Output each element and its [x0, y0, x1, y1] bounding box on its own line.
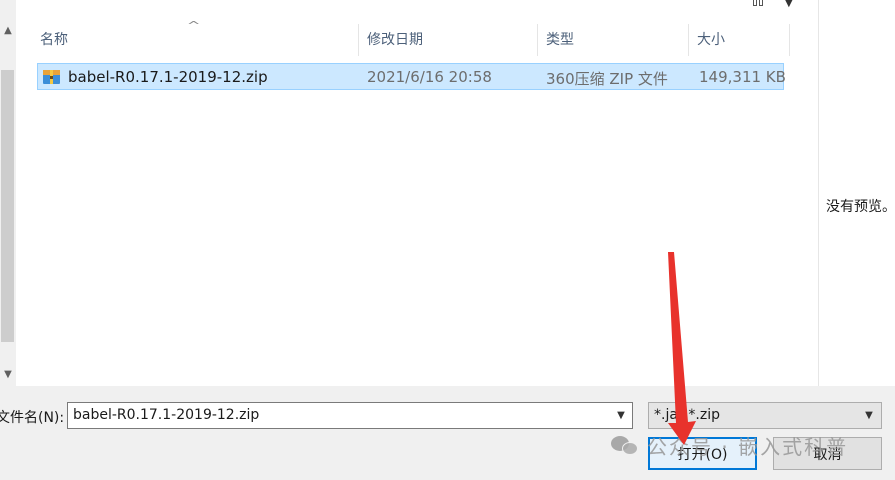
view-options-icon[interactable]: [753, 0, 775, 10]
file-name: babel-R0.17.1-2019-12.zip: [68, 68, 268, 86]
scrollbar-thumb[interactable]: [1, 70, 14, 342]
preview-pane: 没有预览。: [818, 0, 895, 386]
wechat-icon: [611, 434, 639, 456]
scroll-up-arrow-icon[interactable]: ▲: [0, 22, 16, 38]
file-row[interactable]: babel-R0.17.1-2019-12.zip 2021/6/16 20:5…: [37, 63, 786, 90]
column-header-row: 名称 修改日期 类型 大小: [20, 24, 790, 56]
column-header-date[interactable]: 修改日期: [359, 24, 538, 56]
chevron-down-icon[interactable]: ▼: [785, 0, 793, 9]
column-header-type[interactable]: 类型: [538, 24, 689, 56]
scroll-down-arrow-icon[interactable]: ▼: [0, 366, 16, 382]
file-size: 149,311 KB: [699, 68, 786, 86]
filename-input[interactable]: babel-R0.17.1-2019-12.zip ▼: [67, 402, 633, 429]
watermark-text: 公众号 · 嵌入式科普: [647, 434, 849, 459]
filename-value[interactable]: babel-R0.17.1-2019-12.zip: [73, 407, 259, 423]
chevron-down-icon[interactable]: ▼: [859, 403, 879, 428]
chevron-down-icon[interactable]: ▼: [610, 403, 632, 428]
zip-archive-icon: [43, 70, 60, 84]
preview-empty-text: 没有预览。: [826, 199, 895, 215]
file-date: 2021/6/16 20:58: [367, 68, 492, 86]
column-header-name[interactable]: 名称: [20, 24, 359, 56]
column-header-size[interactable]: 大小: [689, 24, 790, 56]
vertical-scrollbar[interactable]: ▲ ▼: [0, 0, 16, 386]
file-type: 360压缩 ZIP 文件: [546, 70, 668, 88]
watermark: 公众号 · 嵌入式科普: [611, 428, 848, 462]
filename-label: 文件名(N):: [0, 410, 65, 426]
file-type-filter-value[interactable]: *.jar;*.zip: [654, 407, 720, 423]
file-type-filter-select[interactable]: *.jar;*.zip ▼: [648, 402, 882, 429]
